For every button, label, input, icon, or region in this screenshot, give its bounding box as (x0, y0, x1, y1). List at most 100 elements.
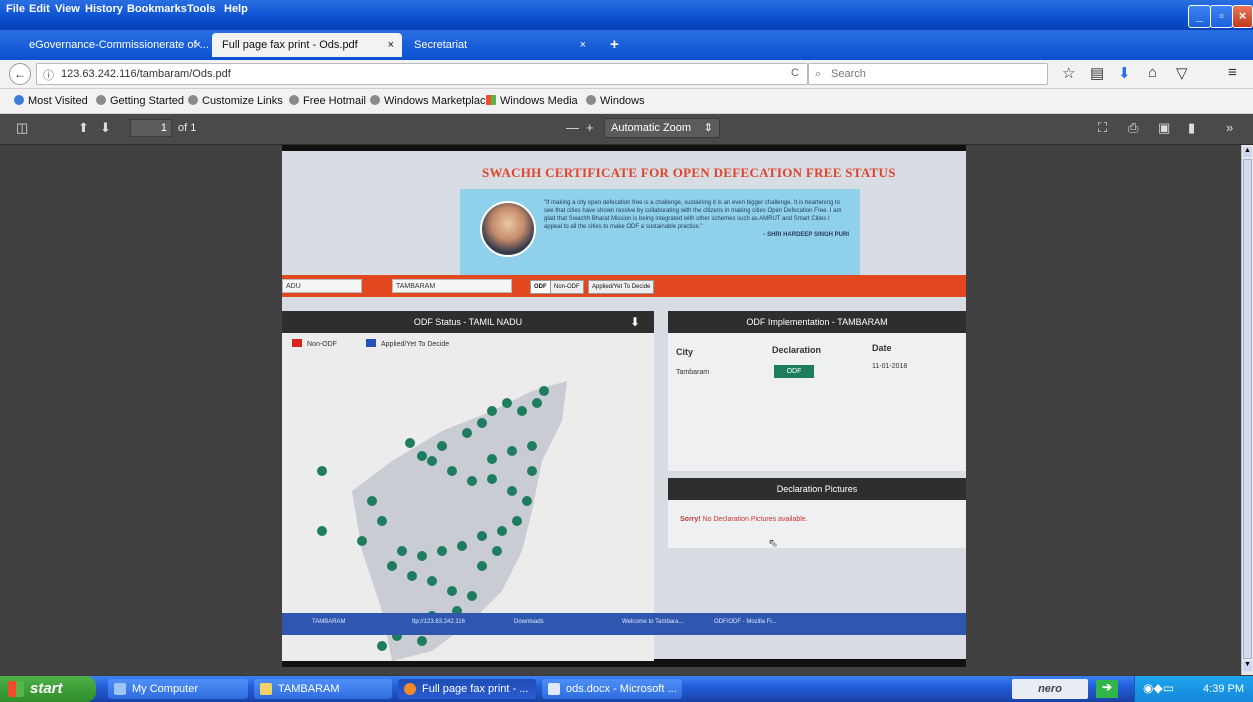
city-select[interactable]: TAMBARAM (392, 279, 512, 293)
seg-non-odf[interactable]: Non-ODF (550, 280, 584, 294)
new-tab-button[interactable]: + (600, 33, 619, 57)
zoom-select[interactable]: Automatic Zoom ⇕ (604, 118, 720, 138)
close-tab-icon[interactable]: × (580, 33, 586, 57)
city-dot (437, 546, 447, 556)
star-icon[interactable]: ☆ (1062, 64, 1075, 82)
city-dot (477, 531, 487, 541)
city-dot (405, 438, 415, 448)
scroll-thumb[interactable] (1243, 159, 1252, 659)
no-pictures-text: No Declaration Pictures available. (702, 516, 808, 523)
tray-arrow-icon[interactable]: ➔ (1096, 680, 1118, 698)
close-window-button[interactable]: × (1232, 5, 1253, 28)
bookmark-windows[interactable]: Windows (586, 95, 645, 107)
pocket-icon[interactable]: ▽ (1176, 64, 1188, 82)
tab-egovernance[interactable]: eGovernance-Commissionerate of ... × (19, 33, 209, 57)
bookmark-free-hotmail[interactable]: Free Hotmail (289, 95, 366, 107)
globe-icon (370, 95, 380, 105)
url-bar[interactable]: ⓘ 123.63.242.116/tambaram/Ods.pdf C (36, 63, 808, 85)
quote-text: "If making a city open defecation free i… (544, 199, 849, 239)
menu-edit[interactable]: Edit (29, 3, 50, 15)
city-dot (477, 418, 487, 428)
sidebar-toggle-icon[interactable]: ◫ (16, 120, 28, 136)
task-label: TAMBARAM (278, 683, 340, 695)
reload-icon[interactable]: C (791, 67, 799, 79)
bookmark-customize-links[interactable]: Customize Links (188, 95, 283, 107)
home-icon[interactable]: ⌂ (1148, 64, 1157, 81)
zoom-out-button[interactable]: — (566, 120, 579, 135)
start-label: start (30, 680, 63, 697)
previous-page-icon[interactable]: ⬆ (78, 120, 89, 136)
minimize-button[interactable]: _ (1188, 5, 1211, 28)
inner-task: TAMBARAM (312, 619, 346, 625)
menu-file[interactable]: File (6, 3, 25, 15)
bookmark-icon[interactable]: ▮ (1188, 120, 1195, 136)
quote-box: "If making a city open defecation free i… (460, 189, 860, 275)
menu-help[interactable]: Help (224, 3, 248, 15)
print-icon[interactable]: ⎙ (1128, 120, 1138, 136)
impl-header: ODF Implementation - TAMBARAM (668, 311, 966, 333)
scroll-up-icon[interactable]: ▲ (1243, 147, 1252, 157)
reading-list-icon[interactable]: ▤ (1090, 64, 1104, 82)
tools-icon[interactable]: » (1226, 120, 1233, 135)
chevron-down-icon: ⇕ (703, 122, 713, 134)
menu-bookmarks[interactable]: Bookmarks (127, 3, 187, 15)
tab-secretariat[interactable]: Secretariat × (404, 33, 594, 57)
bookmark-windows-marketplace[interactable]: Windows Marketplace (370, 95, 492, 107)
tray-icons[interactable]: ◉◆▭ (1143, 681, 1183, 695)
task-word[interactable]: ods.docx - Microsoft ... (542, 679, 682, 699)
seg-odf[interactable]: ODF (530, 280, 551, 294)
tab-full-page-fax[interactable]: Full page fax print - Ods.pdf × (212, 33, 402, 57)
seg-applied[interactable]: Applied/Yet To Decide (588, 280, 655, 294)
next-page-icon[interactable]: ⬇ (100, 120, 111, 136)
page-number-input[interactable]: 1 (130, 119, 172, 137)
zoom-in-button[interactable]: + (586, 120, 594, 135)
bookmark-icon (14, 95, 24, 105)
city-dot (539, 386, 549, 396)
bookmark-label: Windows Marketplace (384, 95, 492, 107)
menu-view[interactable]: View (55, 3, 80, 15)
nero-search-button[interactable]: nero (1012, 679, 1088, 699)
bookmarks-bar: Most Visited Getting Started Customize L… (0, 89, 1253, 114)
city-dot (487, 406, 497, 416)
scroll-down-icon[interactable]: ▼ (1243, 661, 1252, 671)
document-photo: SWACHH CERTIFICATE FOR OPEN DEFECATION F… (282, 151, 966, 661)
state-select[interactable]: ADU (282, 279, 362, 293)
bookmark-label: Customize Links (202, 95, 283, 107)
download-icon[interactable]: ⬇ (1118, 64, 1131, 82)
windows-logo-icon (486, 95, 496, 105)
legend-label: Non-ODF (307, 341, 337, 348)
bookmark-getting-started[interactable]: Getting Started (96, 95, 184, 107)
close-tab-icon[interactable]: × (388, 33, 394, 57)
city-dot (377, 516, 387, 526)
city-dot (492, 546, 502, 556)
search-input[interactable]: ⌕ Search (808, 63, 1048, 85)
globe-icon (289, 95, 299, 105)
presentation-mode-icon[interactable]: ⛶ (1098, 120, 1107, 136)
inner-task: ODF/ODF - Mozilla Fi... (714, 619, 777, 625)
task-tambaram[interactable]: TAMBARAM (254, 679, 392, 699)
bookmark-windows-media[interactable]: Windows Media (486, 95, 578, 107)
city-dot (467, 591, 477, 601)
info-icon[interactable]: ⓘ (43, 67, 54, 83)
save-icon[interactable]: ▣ (1158, 120, 1170, 136)
city-dot (487, 454, 497, 464)
download-icon[interactable]: ⬇ (630, 311, 640, 333)
odf-status-panel: ODF Status - TAMIL NADU ⬇ Non-ODF Applie… (282, 311, 654, 661)
task-firefox[interactable]: Full page fax print - ... (398, 679, 536, 699)
city-dot (477, 561, 487, 571)
menu-icon[interactable]: ≡ (1228, 64, 1237, 81)
task-label: My Computer (132, 683, 199, 695)
menu-tools[interactable]: Tools (187, 3, 216, 15)
task-my-computer[interactable]: My Computer (108, 679, 248, 699)
bookmark-most-visited[interactable]: Most Visited (14, 95, 88, 107)
declaration-pictures-panel: Declaration Pictures Sorry! No Declarati… (668, 478, 966, 550)
vertical-scrollbar[interactable]: ▲ ▼ (1241, 145, 1253, 675)
maximize-button[interactable]: ▫ (1210, 5, 1233, 28)
menu-history[interactable]: History (85, 3, 123, 15)
close-tab-icon[interactable]: × (195, 33, 201, 57)
legend-swatch (292, 339, 302, 347)
back-arrow-icon[interactable]: ← (9, 63, 31, 85)
menu-bar: File Edit View History Bookmarks Tools H… (0, 0, 1253, 30)
start-button[interactable]: start (0, 676, 96, 702)
city-dot (502, 398, 512, 408)
